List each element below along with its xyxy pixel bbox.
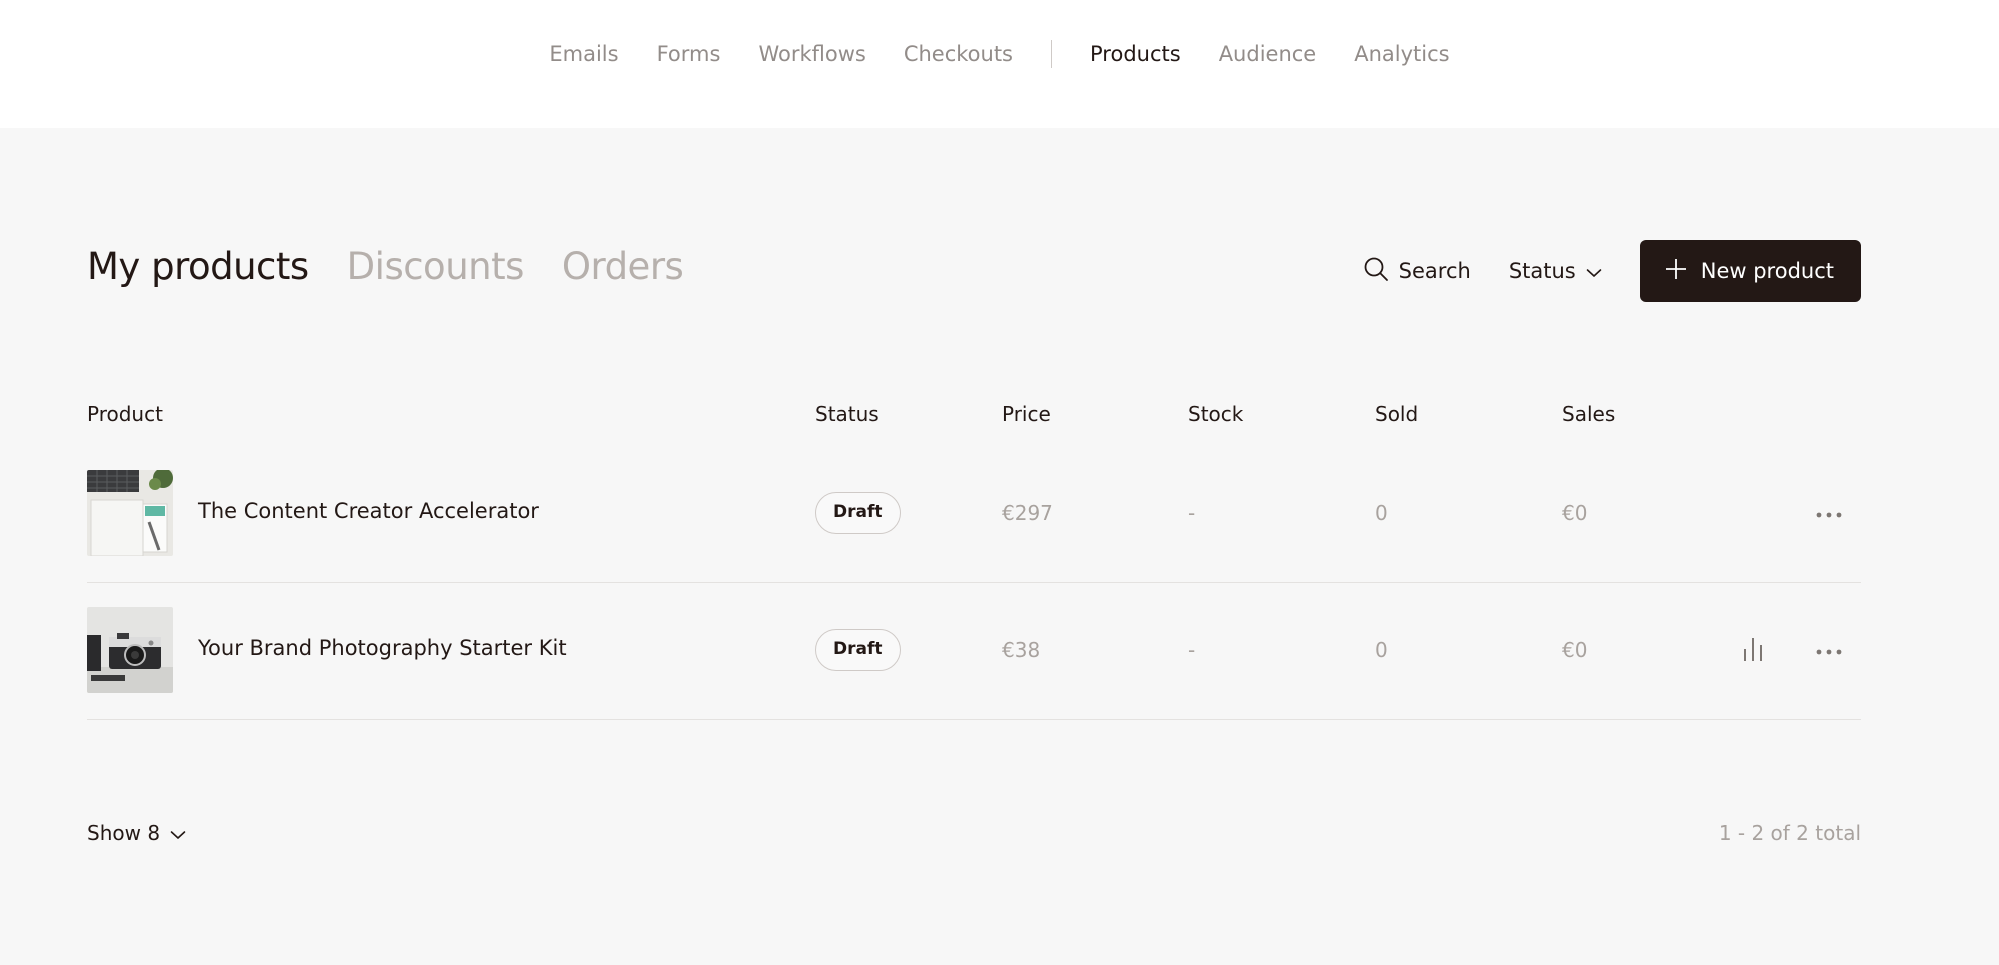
search-button[interactable]: Search <box>1363 256 1471 287</box>
column-header-status: Status <box>815 402 879 426</box>
pagination-total: 1 - 2 of 2 total <box>1718 821 1861 845</box>
product-stock: - <box>1188 501 1196 525</box>
nav-checkouts[interactable]: Checkouts <box>904 42 1013 66</box>
status-badge: Draft <box>815 629 901 671</box>
nav-workflows[interactable]: Workflows <box>758 42 865 66</box>
product-thumbnail <box>87 470 173 556</box>
product-price: €297 <box>1002 501 1053 525</box>
products-content: My products Discounts Orders Search Stat… <box>87 128 1861 965</box>
table-row[interactable]: The Content Creator Accelerator Draft €2… <box>87 446 1861 583</box>
nav-divider <box>1051 40 1052 68</box>
column-header-price: Price <box>1002 402 1051 426</box>
tab-my-products[interactable]: My products <box>87 245 309 288</box>
plus-icon <box>1665 258 1687 285</box>
column-header-sales: Sales <box>1562 402 1616 426</box>
tab-orders[interactable]: Orders <box>562 245 684 288</box>
chevron-down-icon <box>170 821 186 845</box>
nav-products[interactable]: Products <box>1090 42 1181 66</box>
product-name[interactable]: The Content Creator Accelerator <box>198 499 539 523</box>
page-size-dropdown[interactable]: Show 8 <box>87 821 186 845</box>
table-row[interactable]: Your Brand Photography Starter Kit Draft… <box>87 583 1861 720</box>
product-name[interactable]: Your Brand Photography Starter Kit <box>198 636 567 660</box>
product-price: €38 <box>1002 638 1041 662</box>
product-sold: 0 <box>1375 501 1388 525</box>
more-options-icon[interactable] <box>1813 499 1845 531</box>
top-navigation: Emails Forms Workflows Checkouts Product… <box>0 0 1999 128</box>
more-options-icon[interactable] <box>1813 636 1845 668</box>
chevron-down-icon <box>1586 259 1602 283</box>
page-size-label: Show 8 <box>87 821 161 845</box>
column-header-product: Product <box>87 402 163 426</box>
new-product-button[interactable]: New product <box>1639 240 1861 302</box>
section-tabs: My products Discounts Orders <box>87 245 684 288</box>
status-badge: Draft <box>815 492 901 534</box>
tab-discounts[interactable]: Discounts <box>347 245 525 288</box>
nav-emails[interactable]: Emails <box>549 42 618 66</box>
analytics-bar-chart-icon[interactable] <box>1737 633 1769 665</box>
new-product-label: New product <box>1700 259 1834 283</box>
product-sold: 0 <box>1375 638 1388 662</box>
nav-audience[interactable]: Audience <box>1219 42 1317 66</box>
product-thumbnail <box>87 607 173 693</box>
status-filter-dropdown[interactable]: Status <box>1509 259 1602 283</box>
product-sales: €0 <box>1562 638 1588 662</box>
status-filter-label: Status <box>1508 259 1576 283</box>
search-icon <box>1363 256 1389 287</box>
product-sales: €0 <box>1562 501 1588 525</box>
column-header-sold: Sold <box>1375 402 1419 426</box>
column-header-stock: Stock <box>1188 402 1244 426</box>
nav-analytics[interactable]: Analytics <box>1354 42 1449 66</box>
product-stock: - <box>1188 638 1196 662</box>
search-label: Search <box>1398 259 1471 283</box>
toolbar-actions: Search Status New product <box>1363 240 1861 302</box>
main-area: My products Discounts Orders Search Stat… <box>0 128 1999 965</box>
table-header: Product Status Price Stock Sold Sales <box>87 402 1861 432</box>
nav-forms[interactable]: Forms <box>657 42 721 66</box>
